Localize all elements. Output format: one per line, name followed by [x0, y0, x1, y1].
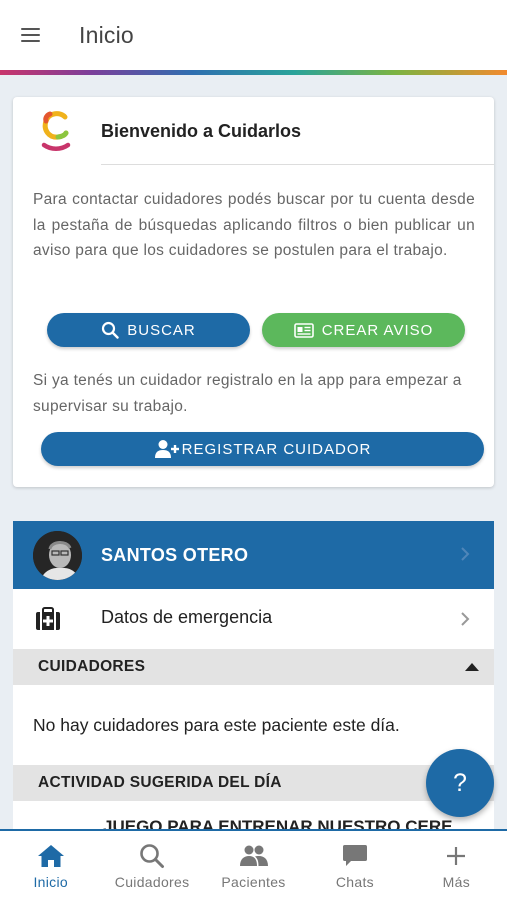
register-caregiver-label: REGISTRAR CUIDADOR — [181, 440, 372, 458]
caregivers-empty-message: No hay cuidadores para este paciente est… — [33, 715, 400, 735]
nav-item-inicio[interactable]: Inicio — [0, 831, 101, 900]
patient-header[interactable]: SANTOS OTERO — [13, 521, 494, 589]
nav-label-inicio: Inicio — [33, 874, 68, 890]
patient-card: SANTOS OTERO Datos de emergencia CUIDADO… — [13, 521, 494, 831]
brand-gradient-divider — [0, 70, 507, 75]
nav-label-pacientes: Pacientes — [221, 874, 286, 890]
nav-label-cuidadores: Cuidadores — [114, 874, 190, 890]
caregivers-section-label: CUIDADORES — [38, 658, 146, 675]
search-button[interactable]: BUSCAR — [47, 313, 250, 347]
plus-icon — [445, 842, 467, 870]
nav-item-pacientes[interactable]: Pacientes — [203, 831, 304, 900]
add-user-icon — [154, 440, 179, 458]
nav-label-chats: Chats — [335, 874, 374, 890]
search-button-label: BUSCAR — [127, 321, 196, 339]
activity-section-label: ACTIVIDAD SUGERIDA DEL DÍA — [38, 774, 282, 791]
page-title: Inicio — [79, 21, 134, 48]
home-icon — [37, 842, 65, 870]
newspaper-icon — [293, 322, 314, 338]
menu-button[interactable] — [0, 0, 60, 70]
create-ad-button[interactable]: CREAR AVISO — [262, 313, 465, 347]
help-button[interactable]: ? — [426, 749, 494, 817]
caret-up-icon — [465, 663, 479, 671]
welcome-divider — [101, 164, 494, 165]
patient-name: SANTOS OTERO — [101, 545, 249, 565]
register-info-text: Si ya tenés un cuidador registralo en la… — [33, 372, 462, 415]
hamburger-icon — [20, 28, 40, 43]
welcome-card: Bienvenido a Cuidarlos Para contactar cu… — [13, 97, 494, 487]
caregivers-section-header[interactable]: CUIDADORES — [13, 649, 494, 685]
nav-item-chats[interactable]: Chats — [304, 831, 405, 900]
app-bar: Inicio — [0, 0, 507, 70]
create-ad-button-label: CREAR AVISO — [321, 321, 434, 339]
search-icon — [102, 321, 119, 339]
chevron-right-icon — [461, 547, 470, 561]
search-icon — [139, 842, 165, 870]
chevron-right-icon — [461, 612, 470, 626]
welcome-intro-text: Para contactar cuidadores podés buscar p… — [33, 191, 475, 259]
nav-item-mas[interactable]: Más — [406, 831, 507, 900]
medical-kit-icon — [36, 607, 60, 630]
activity-section-header: ACTIVIDAD SUGERIDA DEL DÍA — [13, 765, 494, 801]
help-question-icon: ? — [453, 768, 467, 797]
nav-label-mas: Más — [442, 874, 470, 890]
emergency-data-label: Datos de emergencia — [101, 607, 273, 627]
welcome-title: Bienvenido a Cuidarlos — [101, 121, 302, 141]
chat-icon — [342, 842, 368, 870]
register-caregiver-button[interactable]: REGISTRAR CUIDADOR — [41, 432, 484, 466]
nav-item-cuidadores[interactable]: Cuidadores — [101, 831, 202, 900]
patient-avatar — [33, 531, 82, 580]
people-icon — [239, 842, 268, 870]
cuidarlos-logo-icon — [41, 111, 71, 151]
bottom-navigation: Inicio Cuidadores Pacientes Chats Más — [0, 829, 507, 900]
emergency-data-row[interactable]: Datos de emergencia — [13, 589, 494, 649]
